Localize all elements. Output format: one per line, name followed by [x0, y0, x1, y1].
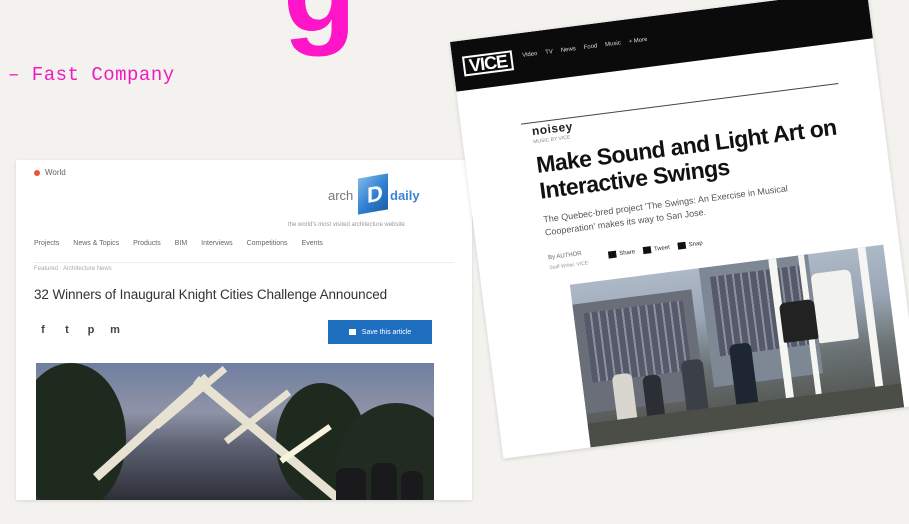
archdaily-article-screenshot: World arch D daily the world's most visi…: [16, 160, 472, 500]
vice-nav-item[interactable]: Music: [605, 40, 621, 48]
nav-item-interviews[interactable]: Interviews: [201, 240, 233, 247]
nav-item-competitions[interactable]: Competitions: [247, 240, 288, 247]
vice-nav-item[interactable]: Video: [522, 51, 538, 59]
article-photo: [569, 244, 905, 448]
logo-cube-letter: D: [367, 180, 383, 209]
vice-logo[interactable]: VICE: [461, 50, 515, 77]
nav-item-news[interactable]: News & Topics: [73, 240, 119, 247]
nav-item-projects[interactable]: Projects: [34, 240, 59, 247]
archdaily-tagline: the world's most visited architecture we…: [288, 222, 405, 228]
facebook-icon[interactable]: f: [38, 324, 48, 336]
snap-label: Snap: [688, 240, 704, 249]
vice-nav-item[interactable]: Food: [583, 43, 597, 51]
nav-item-bim[interactable]: BIM: [175, 240, 187, 247]
nav-item-events[interactable]: Events: [302, 240, 323, 247]
facebook-icon: [607, 250, 617, 259]
nav-item-products[interactable]: Products: [133, 240, 161, 247]
bookmark-icon: [348, 329, 356, 335]
vice-header-bar: VICE Video TV News Food Music + More: [450, 0, 873, 92]
tweet-label: Tweet: [653, 244, 671, 253]
pinterest-icon[interactable]: p: [86, 324, 96, 336]
share-button[interactable]: Share: [607, 248, 636, 259]
archdaily-nav: Projects News & Topics Products BIM Inte…: [34, 240, 323, 247]
save-article-button[interactable]: Save this article: [328, 320, 432, 344]
archdaily-logo[interactable]: arch D daily: [328, 173, 438, 220]
save-article-label: Save this article: [361, 328, 412, 336]
heading-glyph: g: [283, 0, 356, 50]
region-label: World: [45, 168, 66, 177]
logo-arch-text: arch: [328, 188, 354, 203]
quote-source: – Fast Company: [8, 64, 175, 86]
globe-icon: [34, 169, 40, 176]
article-title: 32 Winners of Inaugural Knight Cities Ch…: [34, 287, 388, 302]
mail-icon[interactable]: m: [110, 324, 120, 336]
share-buttons: Share Tweet Snap: [607, 240, 703, 259]
twitter-icon[interactable]: t: [62, 324, 72, 336]
divider: [34, 262, 454, 263]
snap-button[interactable]: Snap: [677, 240, 703, 250]
share-icons: f t p m: [38, 324, 120, 336]
vice-nav-item[interactable]: News: [561, 46, 577, 54]
vice-nav: Video TV News Food Music + More: [522, 37, 648, 59]
logo-daily-text: daily: [390, 188, 420, 203]
tweet-button[interactable]: Tweet: [642, 244, 671, 255]
vice-article-screenshot: VICE Video TV News Food Music + More noi…: [450, 0, 909, 459]
article-photo: [36, 363, 434, 500]
vice-nav-item[interactable]: + More: [628, 37, 647, 45]
byline[interactable]: By AUTHOR: [548, 251, 582, 261]
vice-nav-item[interactable]: TV: [545, 49, 553, 56]
logo-cube: D: [358, 173, 388, 215]
share-label: Share: [618, 249, 636, 258]
breadcrumb[interactable]: Featured · Architecture News: [34, 266, 112, 272]
byline-subtitle: Staff Writer, VICE: [549, 260, 589, 272]
snapchat-icon: [677, 241, 687, 250]
twitter-icon: [642, 246, 652, 255]
archdaily-region[interactable]: World: [34, 168, 66, 177]
